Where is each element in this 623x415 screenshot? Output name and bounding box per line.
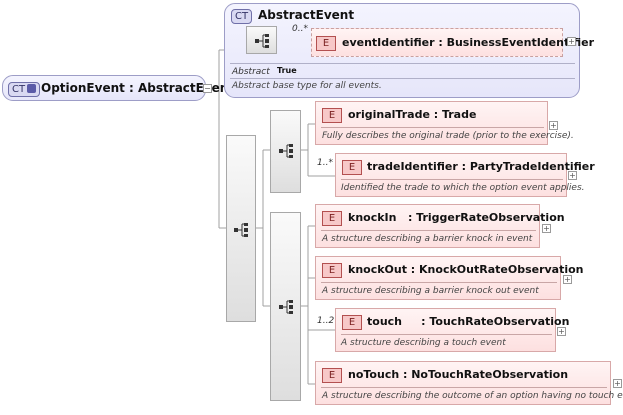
event-identifier-element[interactable]: E eventIdentifier : BusinessEventIdentif… bbox=[311, 28, 594, 57]
element-description: Fully describes the original trade (prio… bbox=[322, 131, 574, 141]
sequence-compositor[interactable] bbox=[270, 110, 301, 193]
abstract-event-title: AbstractEvent bbox=[258, 8, 355, 22]
element-title: noTouch : NoTouchRateObservation bbox=[348, 368, 569, 381]
element-description: A structure describing a touch event bbox=[341, 338, 506, 348]
expand-icon[interactable]: + bbox=[549, 121, 558, 130]
attribute-value: True bbox=[277, 66, 297, 75]
expand-icon[interactable]: + bbox=[613, 379, 622, 388]
abstract-event-description: Abstract base type for all events. bbox=[232, 81, 382, 91]
element-touch[interactable]: E touch : TouchRateObservation A structu… bbox=[335, 308, 569, 352]
expand-icon[interactable]: + bbox=[568, 171, 577, 180]
divider bbox=[230, 63, 575, 64]
sequence-compositor[interactable] bbox=[226, 135, 256, 322]
sequence-compositor[interactable] bbox=[270, 212, 301, 401]
element-title: eventIdentifier : BusinessEventIdentifie… bbox=[342, 36, 595, 49]
expand-indicator-icon bbox=[27, 84, 37, 93]
element-description: Identified the trade to which the option… bbox=[341, 183, 585, 193]
element-title: tradeIdentifier : PartyTradeIdentifier bbox=[367, 160, 595, 173]
element-description: A structure describing the outcome of an… bbox=[322, 391, 623, 401]
complex-type-badge: CT bbox=[8, 82, 41, 97]
element-original-trade[interactable]: E originalTrade : Trade Fully describes … bbox=[315, 101, 574, 145]
element-knock-in[interactable]: E knockIn : TriggerRateObservation A str… bbox=[315, 204, 565, 248]
sequence-icon bbox=[255, 34, 269, 48]
element-badge: E bbox=[342, 160, 362, 175]
option-event-node[interactable]: CT OptionEvent : AbstractEvent bbox=[2, 75, 234, 101]
expand-icon[interactable]: + bbox=[567, 37, 576, 46]
expand-icon[interactable]: + bbox=[542, 224, 551, 233]
cardinality-label: 1..2 bbox=[317, 316, 335, 326]
cardinality-label: 0..* bbox=[292, 24, 308, 34]
collapse-icon[interactable]: − bbox=[203, 84, 212, 93]
element-knock-out[interactable]: E knockOut : KnockOutRateObservation A s… bbox=[315, 256, 584, 300]
complex-type-badge: CT bbox=[231, 9, 253, 24]
element-title: knockIn : TriggerRateObservation bbox=[348, 211, 565, 224]
expand-icon[interactable]: + bbox=[557, 327, 566, 336]
divider bbox=[341, 334, 552, 335]
expand-icon[interactable]: + bbox=[563, 275, 572, 284]
divider bbox=[321, 230, 536, 231]
sequence-icon bbox=[234, 223, 248, 237]
divider bbox=[230, 78, 575, 79]
attribute-name: Abstract bbox=[232, 67, 270, 77]
divider bbox=[321, 127, 544, 128]
divider bbox=[341, 179, 563, 180]
sequence-icon bbox=[279, 300, 293, 314]
sequence-compositor[interactable] bbox=[246, 26, 277, 54]
element-badge: E bbox=[322, 211, 342, 226]
element-badge: E bbox=[322, 263, 342, 278]
abstract-event-node[interactable]: CT AbstractEvent 0..* E eventIdentifier … bbox=[224, 3, 594, 98]
element-description: A structure describing a barrier knock o… bbox=[322, 286, 539, 296]
element-badge: E bbox=[322, 368, 342, 383]
element-badge: E bbox=[316, 36, 336, 51]
cardinality-label: 1..* bbox=[317, 158, 333, 168]
element-no-touch[interactable]: E noTouch : NoTouchRateObservation A str… bbox=[315, 361, 623, 405]
element-description: A structure describing a barrier knock i… bbox=[322, 234, 533, 244]
element-badge: E bbox=[342, 315, 362, 330]
divider bbox=[321, 282, 557, 283]
element-title: knockOut : KnockOutRateObservation bbox=[348, 263, 584, 276]
element-title: originalTrade : Trade bbox=[348, 108, 477, 121]
element-trade-identifier[interactable]: E tradeIdentifier : PartyTradeIdentifier… bbox=[335, 153, 595, 197]
element-badge: E bbox=[322, 108, 342, 123]
divider bbox=[321, 387, 607, 388]
sequence-icon bbox=[279, 144, 293, 158]
element-title: touch : TouchRateObservation bbox=[367, 315, 570, 328]
